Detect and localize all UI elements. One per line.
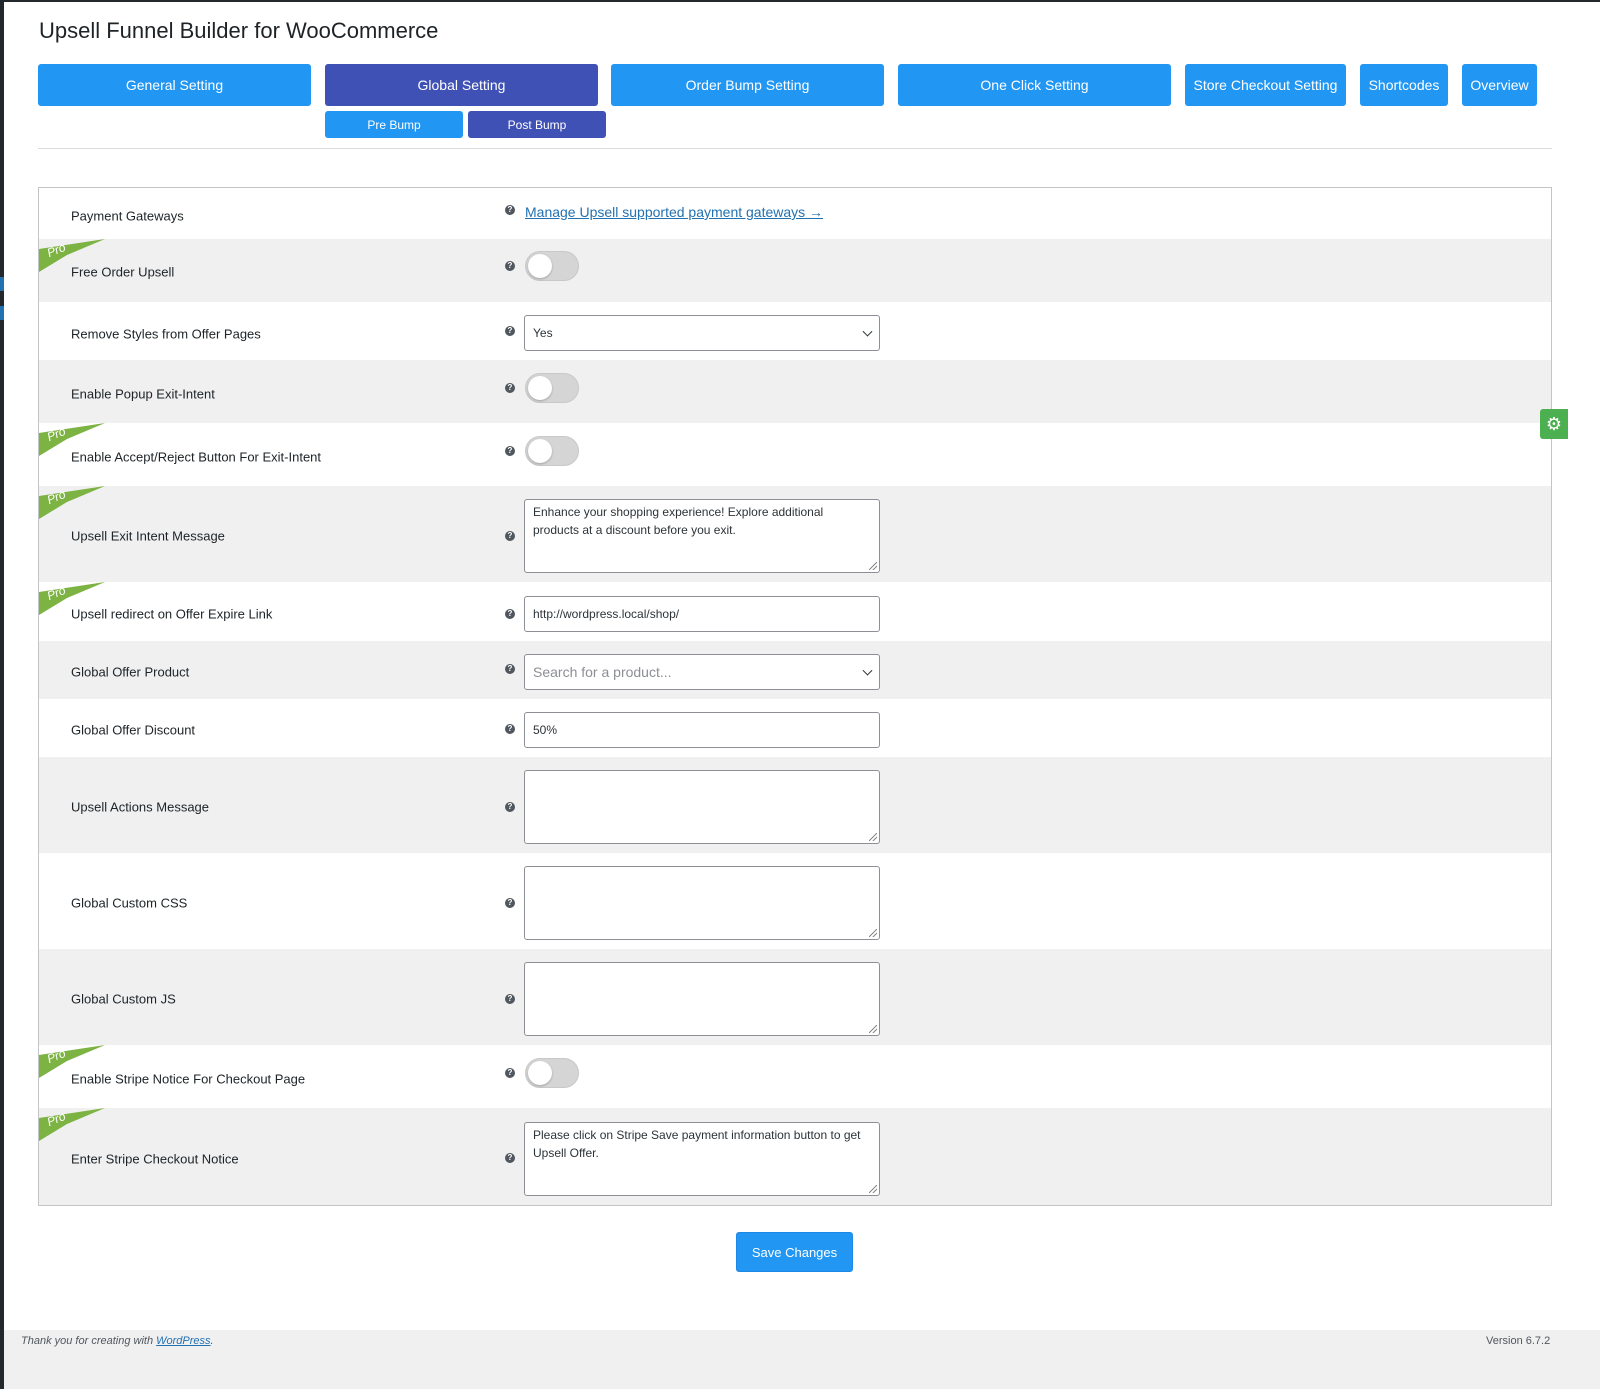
wordpress-link[interactable]: WordPress (156, 1335, 210, 1347)
label-payment-gateways: Payment Gateways (71, 208, 184, 224)
resize-grip-icon[interactable] (869, 562, 877, 570)
gear-icon[interactable]: ⚙ (1540, 409, 1568, 439)
resize-grip-icon[interactable] (869, 1025, 877, 1033)
toggle-knob (528, 439, 552, 463)
help-icon[interactable]: ? (505, 326, 515, 336)
help-icon[interactable]: ? (505, 898, 515, 908)
row-free-order-upsell: Pro Free Order Upsell ? (39, 239, 1551, 302)
settings-table: Payment Gateways ? Manage Upsell support… (38, 187, 1552, 1206)
remove-styles-select[interactable]: Yes (524, 315, 880, 351)
select-value: Yes (533, 326, 553, 340)
tab-overview[interactable]: Overview (1462, 64, 1537, 106)
help-icon[interactable]: ? (505, 1153, 515, 1163)
stripe-checkout-notice-textarea[interactable]: Please click on Stripe Save payment info… (524, 1122, 880, 1196)
label-free-order-upsell: Free Order Upsell (71, 264, 175, 280)
label-stripe-notice: Enable Stripe Notice For Checkout Page (71, 1071, 306, 1087)
row-payment-gateways: Payment Gateways ? Manage Upsell support… (39, 188, 1551, 239)
pro-badge: Pro (39, 486, 105, 519)
stripe-notice-toggle[interactable] (525, 1058, 579, 1088)
help-icon[interactable]: ? (505, 724, 515, 734)
toggle-knob (528, 1061, 552, 1085)
exit-intent-message-textarea[interactable]: Enhance your shopping experience! Explor… (524, 499, 880, 573)
label-popup-exit-intent: Enable Popup Exit-Intent (71, 386, 215, 402)
tab-shortcodes[interactable]: Shortcodes (1360, 64, 1448, 106)
label-accept-reject: Enable Accept/Reject Button For Exit-Int… (71, 449, 322, 465)
chevron-down-icon (862, 665, 873, 676)
tab-one-click-setting[interactable]: One Click Setting (898, 64, 1171, 106)
help-icon[interactable]: ? (505, 1068, 515, 1078)
resize-grip-icon[interactable] (869, 1185, 877, 1193)
tab-store-checkout-setting[interactable]: Store Checkout Setting (1185, 64, 1346, 106)
row-remove-styles: Remove Styles from Offer Pages ? Yes (39, 302, 1551, 360)
page-title: Upsell Funnel Builder for WooCommerce (39, 18, 439, 43)
chevron-down-icon (862, 326, 873, 337)
global-offer-product-select[interactable]: Search for a product... (524, 654, 880, 690)
manage-gateways-link[interactable]: Manage Upsell supported payment gateways… (525, 204, 823, 220)
tab-global-setting[interactable]: Global Setting (325, 64, 598, 106)
label-stripe-checkout-notice: Enter Stripe Checkout Notice (71, 1151, 239, 1167)
label-global-custom-css: Global Custom CSS (71, 895, 188, 911)
toggle-knob (528, 254, 552, 278)
label-offer-expire-link: Upsell redirect on Offer Expire Link (71, 606, 273, 622)
subtab-pre-bump[interactable]: Pre Bump (325, 111, 463, 138)
label-global-offer-discount: Global Offer Discount (71, 722, 196, 738)
help-icon[interactable]: ? (505, 531, 515, 541)
global-offer-discount-input[interactable]: 50% (524, 712, 880, 748)
label-exit-intent-message: Upsell Exit Intent Message (71, 528, 225, 544)
pro-badge: Pro (39, 1108, 105, 1141)
textarea-value: Enhance your shopping experience! Explor… (533, 505, 824, 537)
global-custom-css-textarea[interactable] (524, 866, 880, 940)
label-remove-styles: Remove Styles from Offer Pages (71, 326, 261, 342)
help-icon[interactable]: ? (505, 205, 515, 215)
help-icon[interactable]: ? (505, 261, 515, 271)
toggle-knob (528, 376, 552, 400)
row-stripe-notice: Pro Enable Stripe Notice For Checkout Pa… (39, 1045, 1551, 1108)
row-popup-exit-intent: Enable Popup Exit-Intent ? (39, 360, 1551, 423)
offer-expire-link-input[interactable]: http://wordpress.local/shop/ (524, 596, 880, 632)
footer-version: Version 6.7.2 (1486, 1335, 1551, 1347)
resize-grip-icon[interactable] (869, 929, 877, 937)
row-offer-expire-link: Pro Upsell redirect on Offer Expire Link… (39, 582, 1551, 641)
popup-exit-intent-toggle[interactable] (525, 373, 579, 403)
row-accept-reject: Pro Enable Accept/Reject Button For Exit… (39, 423, 1551, 486)
subtab-post-bump[interactable]: Post Bump (468, 111, 606, 138)
help-icon[interactable]: ? (505, 609, 515, 619)
help-icon[interactable]: ? (505, 994, 515, 1004)
help-icon[interactable]: ? (505, 383, 515, 393)
label-upsell-actions-message: Upsell Actions Message (71, 799, 210, 815)
row-global-offer-discount: Global Offer Discount ? 50% (39, 699, 1551, 757)
save-changes-button[interactable]: Save Changes (736, 1232, 853, 1272)
row-global-custom-css: Global Custom CSS ? (39, 853, 1551, 949)
resize-grip-icon[interactable] (869, 833, 877, 841)
upsell-actions-message-textarea[interactable] (524, 770, 880, 844)
tab-order-bump-setting[interactable]: Order Bump Setting (611, 64, 884, 106)
help-icon[interactable]: ? (505, 664, 515, 674)
help-icon[interactable]: ? (505, 446, 515, 456)
row-exit-intent-message: Pro Upsell Exit Intent Message ? Enhance… (39, 486, 1551, 582)
global-custom-js-textarea[interactable] (524, 962, 880, 1036)
textarea-value: Please click on Stripe Save payment info… (533, 1128, 861, 1160)
divider (38, 148, 1552, 149)
row-upsell-actions-message: Upsell Actions Message ? (39, 757, 1551, 853)
row-global-offer-product: Global Offer Product ? Search for a prod… (39, 641, 1551, 699)
tab-general-setting[interactable]: General Setting (38, 64, 311, 106)
help-icon[interactable]: ? (505, 802, 515, 812)
free-order-upsell-toggle[interactable] (525, 251, 579, 281)
label-global-offer-product: Global Offer Product (71, 664, 190, 680)
row-stripe-checkout-notice: Pro Enter Stripe Checkout Notice ? Pleas… (39, 1108, 1551, 1205)
accept-reject-toggle[interactable] (525, 436, 579, 466)
label-global-custom-js: Global Custom JS (71, 991, 176, 1007)
footer-credit: Thank you for creating with WordPress. (21, 1335, 214, 1347)
select-placeholder: Search for a product... (533, 664, 672, 680)
row-global-custom-js: Global Custom JS ? (39, 949, 1551, 1045)
